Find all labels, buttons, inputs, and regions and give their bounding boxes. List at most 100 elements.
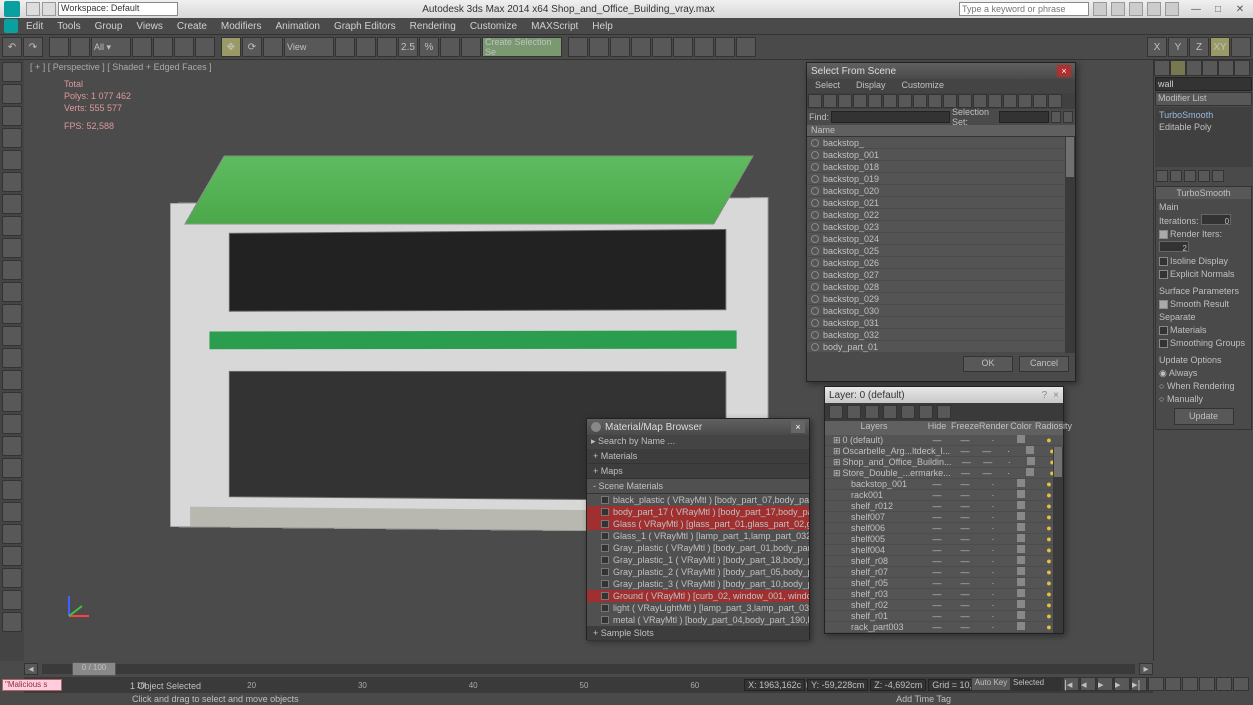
remove-mod-icon[interactable]	[1198, 170, 1210, 182]
freeze-cell[interactable]: —	[951, 611, 979, 621]
selection-filter-dropdown[interactable]: All ▾	[91, 37, 131, 57]
materials-section[interactable]: + Materials	[587, 449, 809, 464]
constraint-xy-icon[interactable]: XY	[1210, 37, 1230, 57]
expand-icon[interactable]: ⊞	[833, 468, 841, 479]
color-cell[interactable]	[1007, 578, 1035, 588]
color-cell[interactable]	[1007, 556, 1035, 566]
play-icon[interactable]: ▸	[1097, 677, 1113, 691]
layer-row[interactable]: shelf_r012——·●	[825, 501, 1063, 512]
hide-cell[interactable]: —	[955, 457, 977, 467]
workspace-dropdown[interactable]: Workspace: Default	[58, 2, 178, 16]
render-cell[interactable]: ·	[979, 501, 1007, 511]
render-cell[interactable]: ·	[998, 457, 1020, 467]
layer-row[interactable]: shelf007——·●	[825, 512, 1063, 523]
hide-cell[interactable]: —	[923, 512, 951, 522]
always-radio[interactable]: ◉ Always	[1159, 367, 1248, 380]
visibility-dot-icon[interactable]	[811, 175, 819, 183]
color-cell[interactable]	[1007, 534, 1035, 544]
freeze-cell[interactable]: —	[951, 567, 979, 577]
bones-icon[interactable]	[2, 502, 22, 522]
freeze-cell[interactable]: —	[951, 512, 979, 522]
menu-group[interactable]: Group	[89, 20, 129, 33]
color-cell[interactable]	[1007, 523, 1035, 533]
snap-toggle-icon[interactable]	[377, 37, 397, 57]
stack-turbosmooth[interactable]: TurboSmooth	[1157, 109, 1250, 121]
time-slider[interactable]: ◂ 0 / 100 ▸	[24, 661, 1153, 677]
scrollbar-thumb[interactable]	[1066, 137, 1074, 177]
stack-editablepoly[interactable]: Editable Poly	[1157, 121, 1250, 133]
visibility-dot-icon[interactable]	[811, 151, 819, 159]
workspace-switcher[interactable]: Workspace: Default	[26, 2, 178, 16]
hide-cell[interactable]: —	[923, 556, 951, 566]
hide-cell[interactable]: —	[923, 490, 951, 500]
layer-row[interactable]: shelf006——·●	[825, 523, 1063, 534]
freeze-cell[interactable]: —	[976, 446, 998, 456]
visibility-dot-icon[interactable]	[811, 295, 819, 303]
freeze-icon[interactable]	[937, 405, 951, 419]
tab-customize[interactable]: Customize	[894, 79, 953, 93]
schematic-icon[interactable]	[652, 37, 672, 57]
hide-cell[interactable]: —	[923, 600, 951, 610]
hide-cell[interactable]: —	[923, 523, 951, 533]
list-item[interactable]: backstop_031	[807, 317, 1075, 329]
expand-icon[interactable]: ⊞	[833, 457, 841, 468]
color-cell[interactable]	[1007, 622, 1035, 632]
motion-tab-icon[interactable]	[1202, 60, 1218, 76]
list-item[interactable]: backstop_019	[807, 173, 1075, 185]
rotate-icon[interactable]: ⟳	[242, 37, 262, 57]
color-cell[interactable]	[1007, 600, 1035, 610]
sel-influences-icon[interactable]	[1033, 94, 1047, 108]
modifier-stack[interactable]: TurboSmooth Editable Poly	[1155, 107, 1252, 167]
visibility-dot-icon[interactable]	[811, 139, 819, 147]
filter-shape-icon[interactable]	[823, 94, 837, 108]
hierarchy-tab-icon[interactable]	[1186, 60, 1202, 76]
expand-icon[interactable]: ⊞	[833, 435, 841, 446]
material-row[interactable]: Glass_1 ( VRayMtl ) [lamp_part_1,lamp_pa…	[587, 530, 809, 542]
layer-row[interactable]: shelf_r03——·●	[825, 589, 1063, 600]
filter-geom-icon[interactable]	[808, 94, 822, 108]
maxscript-listener[interactable]: "Malicious s	[2, 679, 62, 691]
unlink-icon[interactable]	[70, 37, 90, 57]
coord-x[interactable]: X: 1963,162c	[744, 679, 805, 691]
layer-row[interactable]: ⊞ Store_Double_...ermarke...——·●	[825, 468, 1063, 479]
coord-y[interactable]: Y: -59,228cm	[807, 679, 868, 691]
configure-icon[interactable]	[1212, 170, 1224, 182]
cancel-button[interactable]: Cancel	[1019, 356, 1069, 372]
visibility-dot-icon[interactable]	[811, 331, 819, 339]
hide-cell[interactable]: —	[923, 622, 951, 632]
teapot-icon[interactable]	[2, 172, 22, 192]
menu-edit[interactable]: Edit	[20, 20, 49, 33]
menu-tools[interactable]: Tools	[51, 20, 86, 33]
layer-row[interactable]: shelf004——·●	[825, 545, 1063, 556]
when-rendering-radio[interactable]: ○ When Rendering	[1159, 380, 1248, 393]
selset-add-icon[interactable]	[1051, 111, 1061, 123]
list-item[interactable]: backstop_018	[807, 161, 1075, 173]
render-cell[interactable]: ·	[979, 567, 1007, 577]
material-row[interactable]: black_plastic ( VRayMtl ) [body_part_07,…	[587, 494, 809, 506]
viewport-label[interactable]: [ + ] [ Perspective ] [ Shaded + Edged F…	[30, 62, 212, 72]
manipulate-icon[interactable]	[356, 37, 376, 57]
list-item[interactable]: body_part_01	[807, 341, 1075, 353]
vraysun-icon[interactable]	[2, 392, 22, 412]
iterations-spinner[interactable]: 0	[1201, 214, 1231, 225]
render-cell[interactable]: ·	[979, 622, 1007, 632]
visibility-dot-icon[interactable]	[811, 259, 819, 267]
render-cell[interactable]: ·	[979, 512, 1007, 522]
material-row[interactable]: Gray_plastic_3 ( VRayMtl ) [body_part_10…	[587, 578, 809, 590]
make-unique-icon[interactable]	[1184, 170, 1196, 182]
delete-layer-icon[interactable]	[847, 405, 861, 419]
render-cell[interactable]: ·	[979, 490, 1007, 500]
plane-icon[interactable]	[2, 194, 22, 214]
key-mode-icon[interactable]	[1148, 677, 1164, 691]
chamferbox-icon[interactable]	[2, 304, 22, 324]
render-cell[interactable]: ·	[979, 523, 1007, 533]
visibility-dot-icon[interactable]	[811, 343, 819, 351]
menu-create[interactable]: Create	[171, 20, 213, 33]
show-result-icon[interactable]	[1170, 170, 1182, 182]
freeze-cell[interactable]: —	[951, 556, 979, 566]
filter-cam-icon[interactable]	[853, 94, 867, 108]
help-icon[interactable]: ?	[1042, 390, 1048, 401]
menu-grapheditors[interactable]: Graph Editors	[328, 20, 402, 33]
search-row[interactable]: ▸ Search by Name ...	[587, 435, 809, 449]
favorites-icon[interactable]	[1147, 2, 1161, 16]
